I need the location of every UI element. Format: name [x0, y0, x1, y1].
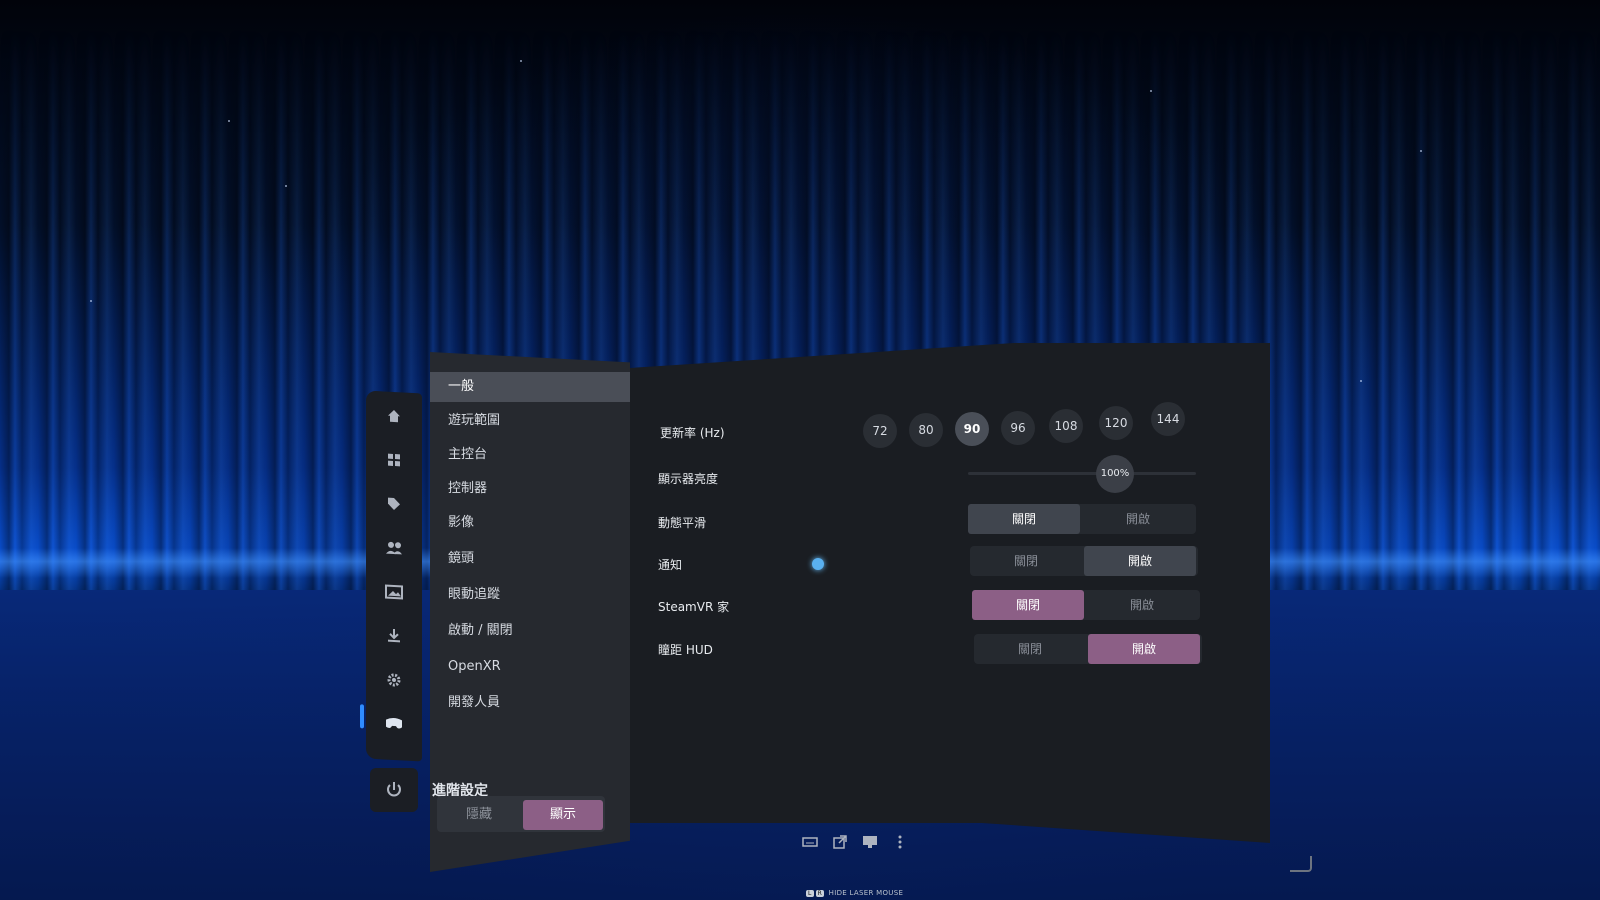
desktop-icon[interactable] — [860, 832, 880, 852]
sidebar-item-eye-tracking[interactable]: 眼動追蹤 — [448, 580, 500, 610]
home-icon[interactable] — [382, 403, 406, 428]
download-icon[interactable] — [382, 623, 406, 648]
sidebar-item-developer[interactable]: 開發人員 — [448, 688, 500, 718]
notifications-off[interactable]: 關閉 — [970, 546, 1082, 576]
power-button[interactable] — [370, 768, 418, 812]
refresh-rate-label: 更新率 (Hz) — [660, 426, 725, 440]
controller-hint: LR HIDE LASER MOUSE — [806, 889, 903, 897]
refresh-72-option[interactable]: 72 — [863, 414, 897, 448]
refresh-96-option[interactable]: 96 — [1001, 411, 1035, 445]
sidebar-item-general[interactable]: 一般 — [430, 372, 630, 402]
advanced-show-option[interactable]: 顯示 — [523, 800, 603, 830]
library-icon[interactable] — [382, 447, 406, 472]
ipd-hud-on[interactable]: 開啟 — [1088, 634, 1200, 664]
ipd-hud-toggle: 關閉 開啟 — [974, 634, 1202, 664]
sidebar-item-startup-shutdown[interactable]: 啟動 / 關閉 — [448, 616, 513, 646]
notifications-label: 通知 — [658, 558, 683, 572]
active-indicator — [360, 704, 364, 729]
steamvr-home-label: SteamVR 家 — [658, 600, 730, 614]
brightness-label: 顯示器亮度 — [658, 472, 719, 486]
sidebar-item-openxr[interactable]: OpenXR — [448, 652, 501, 682]
laser-pointer-cursor — [812, 558, 824, 570]
hint-key-right: R — [815, 890, 825, 897]
steamvr-home-off[interactable]: 關閉 — [972, 590, 1084, 620]
refresh-90-option[interactable]: 90 — [955, 412, 989, 446]
sidebar-item-video[interactable]: 影像 — [448, 508, 474, 538]
nav-rail — [360, 390, 422, 762]
motion-smoothing-off[interactable]: 關閉 — [968, 504, 1080, 534]
refresh-108-option[interactable]: 108 — [1049, 409, 1083, 443]
more-icon[interactable] — [890, 832, 910, 852]
advanced-settings-toggle: 隱藏 顯示 — [437, 796, 605, 832]
motion-smoothing-label: 動態平滑 — [658, 516, 707, 530]
star — [520, 60, 522, 62]
star — [228, 120, 230, 122]
ipd-hud-label: 瞳距 HUD — [658, 643, 713, 657]
refresh-80-option[interactable]: 80 — [909, 413, 943, 447]
motion-smoothing-on[interactable]: 開啟 — [1082, 504, 1194, 534]
headset-icon[interactable] — [382, 711, 406, 736]
hint-key-left: L — [806, 890, 814, 897]
star — [1150, 90, 1152, 92]
media-icon[interactable] — [382, 579, 406, 604]
popout-icon[interactable] — [830, 832, 850, 852]
star — [1420, 150, 1422, 152]
store-tag-icon[interactable] — [382, 491, 406, 516]
notifications-toggle: 關閉 開啟 — [970, 546, 1198, 576]
steamvr-home-toggle: 關閉 開啟 — [972, 590, 1200, 620]
refresh-144-option[interactable]: 144 — [1151, 402, 1185, 436]
motion-smoothing-toggle: 關閉 開啟 — [968, 504, 1196, 534]
friends-icon[interactable] — [382, 535, 406, 560]
brightness-slider-track[interactable] — [968, 472, 1196, 475]
hint-text: HIDE LASER MOUSE — [828, 889, 904, 897]
star — [90, 300, 92, 302]
star — [285, 185, 287, 187]
sidebar-item-controllers[interactable]: 控制器 — [448, 474, 487, 504]
notifications-on[interactable]: 開啟 — [1084, 546, 1196, 576]
sidebar-item-camera[interactable]: 鏡頭 — [448, 544, 474, 574]
bottom-toolbar — [800, 832, 910, 854]
sidebar-item-dashboard[interactable]: 主控台 — [448, 440, 487, 470]
sidebar-item-play-area[interactable]: 遊玩範圍 — [448, 406, 500, 436]
resize-handle-icon[interactable] — [1290, 856, 1312, 872]
power-icon — [387, 782, 401, 797]
settings-gear-icon[interactable] — [382, 667, 406, 692]
star — [1360, 380, 1362, 382]
brightness-slider-knob[interactable]: 100% — [1096, 455, 1134, 493]
steamvr-home-on[interactable]: 開啟 — [1086, 590, 1198, 620]
refresh-120-option[interactable]: 120 — [1099, 406, 1133, 440]
advanced-hide-option[interactable]: 隱藏 — [439, 800, 519, 830]
keyboard-icon[interactable] — [800, 832, 820, 852]
ipd-hud-off[interactable]: 關閉 — [974, 634, 1086, 664]
